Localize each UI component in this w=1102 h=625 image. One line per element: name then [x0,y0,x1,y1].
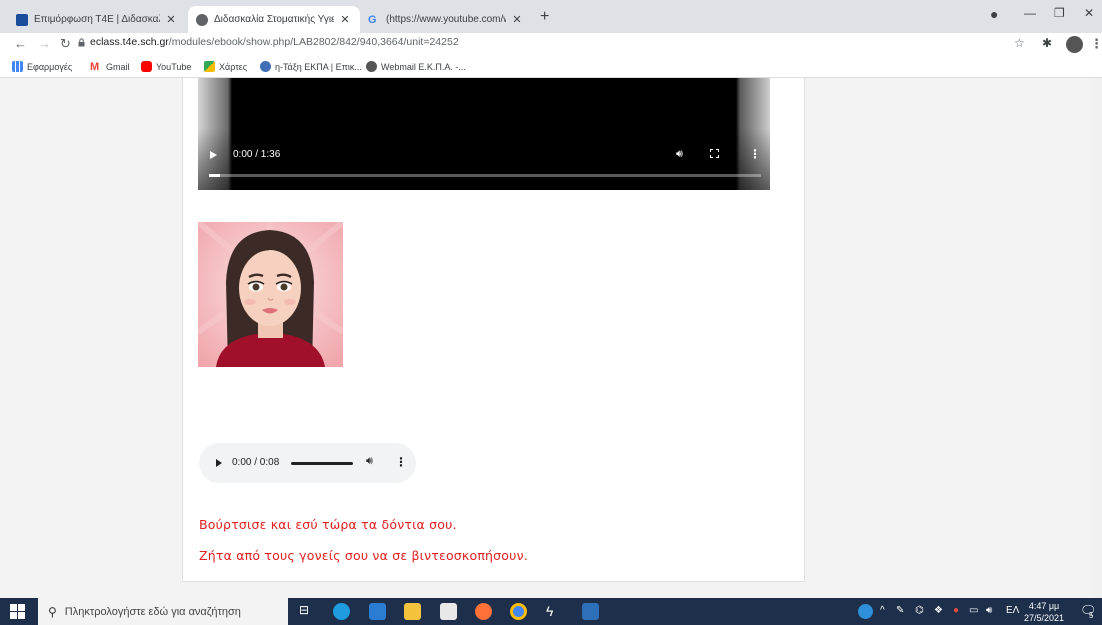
profile-avatar[interactable] [1066,36,1083,53]
girl-avatar-image [198,222,343,367]
bookmark-label: η-Τάξη ΕΚΠΑ | Επικ... [275,61,362,72]
tray-meet-icon[interactable]: ⌬ [915,605,924,616]
taskbar-search[interactable]: ⚲ Πληκτρολογήστε εδώ για αναζήτηση [38,598,288,625]
audio-play-icon[interactable] [216,459,222,467]
youtube-icon [141,61,152,72]
globe-icon [366,61,377,72]
task-view-icon[interactable]: ⊟ [299,603,316,620]
lock-icon[interactable] [78,38,85,47]
content-card: 0:00 / 1:36 🔊︎ ⋮ 0:00 / 0:08 🔊︎ ⋮ Βούρτσ… [182,78,805,582]
bookmark-youtube[interactable]: YouTube [141,61,191,72]
browser-toolbar: ← → ↻ eclass.t4e.sch.gr/modules/ebook/sh… [0,33,1102,57]
globe-icon [196,13,208,26]
app-icon[interactable]: ϟ [546,603,563,620]
video-progress-fill [209,174,221,177]
url-path: /modules/ebook/show.php/LAB2802/842/940,… [168,36,459,48]
word-icon[interactable] [582,603,599,620]
video-play-icon[interactable] [210,151,217,159]
tray-chevron-icon[interactable]: ^ [880,605,885,616]
minimize-icon[interactable]: — [1024,6,1036,20]
tab-title: Επιμόρφωση Τ4Ε | Διδασκαλία Σ [34,14,160,25]
close-tab-icon[interactable]: ✕ [164,13,178,26]
bookmark-webmail[interactable]: Webmail Ε.Κ.Π.Α. -... [366,61,466,72]
apps-grid-icon [12,61,23,72]
audio-player[interactable]: 0:00 / 0:08 🔊︎ ⋮ [199,443,416,483]
google-icon: G [368,13,377,26]
tab-title: (https://www.youtube.com/watch [386,14,506,25]
search-placeholder: Πληκτρολογήστε εδώ για αναζήτηση [64,605,241,618]
bookmark-etaxi[interactable]: η-Τάξη ΕΚΠΑ | Επικ... [260,61,362,72]
etaxi-icon [260,61,271,72]
tab-strip: Επιμόρφωση Τ4Ε | Διδασκαλία Σ ✕ Διδασκαλ… [0,0,1102,33]
page-scrollbar[interactable] [1093,78,1102,598]
store-icon[interactable] [440,603,457,620]
tray-app-icon[interactable]: ● [953,605,959,616]
audio-time: 0:00 / 0:08 [232,457,280,468]
tab-t4e[interactable]: Επιμόρφωση Τ4Ε | Διδασκαλία Σ ✕ [8,6,186,33]
mail-icon[interactable] [369,603,386,620]
video-time: 0:00 / 1:36 [233,149,281,160]
forward-icon[interactable]: → [38,36,51,51]
tab-title: Διδασκαλία Στοματικής Υγιεινής [214,14,334,25]
video-controls-shade [198,128,770,190]
bookmark-label: Webmail Ε.Κ.Π.Α. -... [381,61,466,72]
battery-icon[interactable]: ▭ [969,605,978,616]
instruction-text: Βούρτσισε και εσύ τώρα τα δόντια σου. [199,517,457,532]
video-more-icon[interactable]: ⋮ [749,147,761,161]
language-indicator[interactable]: ΕΛ [1006,605,1019,616]
page-viewport: 0:00 / 1:36 🔊︎ ⋮ 0:00 / 0:08 🔊︎ ⋮ Βούρτσ… [0,78,1102,598]
bookmarks-bar: Εφαρμογές M Gmail YouTube Χάρτες η-Τάξη … [0,57,1102,78]
edge-icon[interactable] [333,603,350,620]
tray-dropbox-icon[interactable]: ❖ [934,605,943,616]
bookmark-label: Χάρτες [219,61,248,72]
profile-indicator-icon[interactable]: ● [990,6,998,22]
bookmark-label: Gmail [106,61,130,72]
t4e-favicon-icon [16,13,28,26]
extensions-icon[interactable]: ✱ [1042,36,1052,50]
window-close-icon[interactable]: ✕ [1084,6,1094,20]
speaker-icon[interactable]: 🔊︎ [986,605,992,616]
menu-icon[interactable]: ⋮ [1090,36,1102,52]
tab-current[interactable]: Διδασκαλία Στοματικής Υγιεινής ✕ [188,6,360,33]
restore-icon[interactable]: ❐ [1054,6,1065,20]
search-icon: ⚲ [48,604,57,619]
tab-youtube[interactable]: G (https://www.youtube.com/watch ✕ [360,6,532,33]
address-bar[interactable]: eclass.t4e.sch.gr/modules/ebook/show.php… [90,36,459,48]
instruction-text: Ζήτα από τους γονείς σου να σε βιντεοσκο… [199,548,528,563]
bookmark-label: Εφαρμογές [27,61,73,72]
clock-time: 4:47 μμ [1028,601,1060,611]
video-player[interactable]: 0:00 / 1:36 🔊︎ ⋮ [198,78,770,190]
firefox-icon[interactable] [475,603,492,620]
chrome-icon[interactable] [510,603,527,620]
bookmark-apps[interactable]: Εφαρμογές [12,61,72,72]
bookmark-maps[interactable]: Χάρτες [204,61,247,72]
maps-icon [204,61,215,72]
reload-icon[interactable]: ↻ [60,36,71,52]
bookmark-star-icon[interactable]: ☆ [1014,36,1025,50]
bookmark-label: YouTube [156,61,192,72]
tray-pen-icon[interactable]: ✎ [896,605,904,616]
file-explorer-icon[interactable] [404,603,421,620]
audio-more-icon[interactable]: ⋮ [395,455,407,469]
windows-taskbar: ⚲ Πληκτρολογήστε εδώ για αναζήτηση ⊟ ϟ ^… [0,598,1102,625]
help-icon[interactable] [858,604,873,619]
audio-seek-bar[interactable] [291,462,353,465]
video-volume-icon[interactable]: 🔊︎ [676,148,683,161]
back-icon[interactable]: ← [14,36,27,51]
gmail-icon: M [90,61,100,73]
windows-start-icon[interactable] [10,604,25,619]
close-tab-icon[interactable]: ✕ [510,13,524,26]
audio-volume-icon[interactable]: 🔊︎ [366,455,373,468]
new-tab-button[interactable]: + [540,8,549,26]
url-host: eclass.t4e.sch.gr [90,36,169,48]
clock-date: 27/5/2021 [1024,613,1065,623]
video-progress-bar[interactable] [209,174,761,177]
bookmark-gmail[interactable]: M Gmail [90,61,130,73]
video-fullscreen-icon[interactable] [710,149,719,158]
close-tab-icon[interactable]: ✕ [338,13,352,26]
notification-count: 5 [1089,611,1094,620]
taskbar-clock[interactable]: 4:47 μμ 27/5/2021 [1024,600,1064,624]
